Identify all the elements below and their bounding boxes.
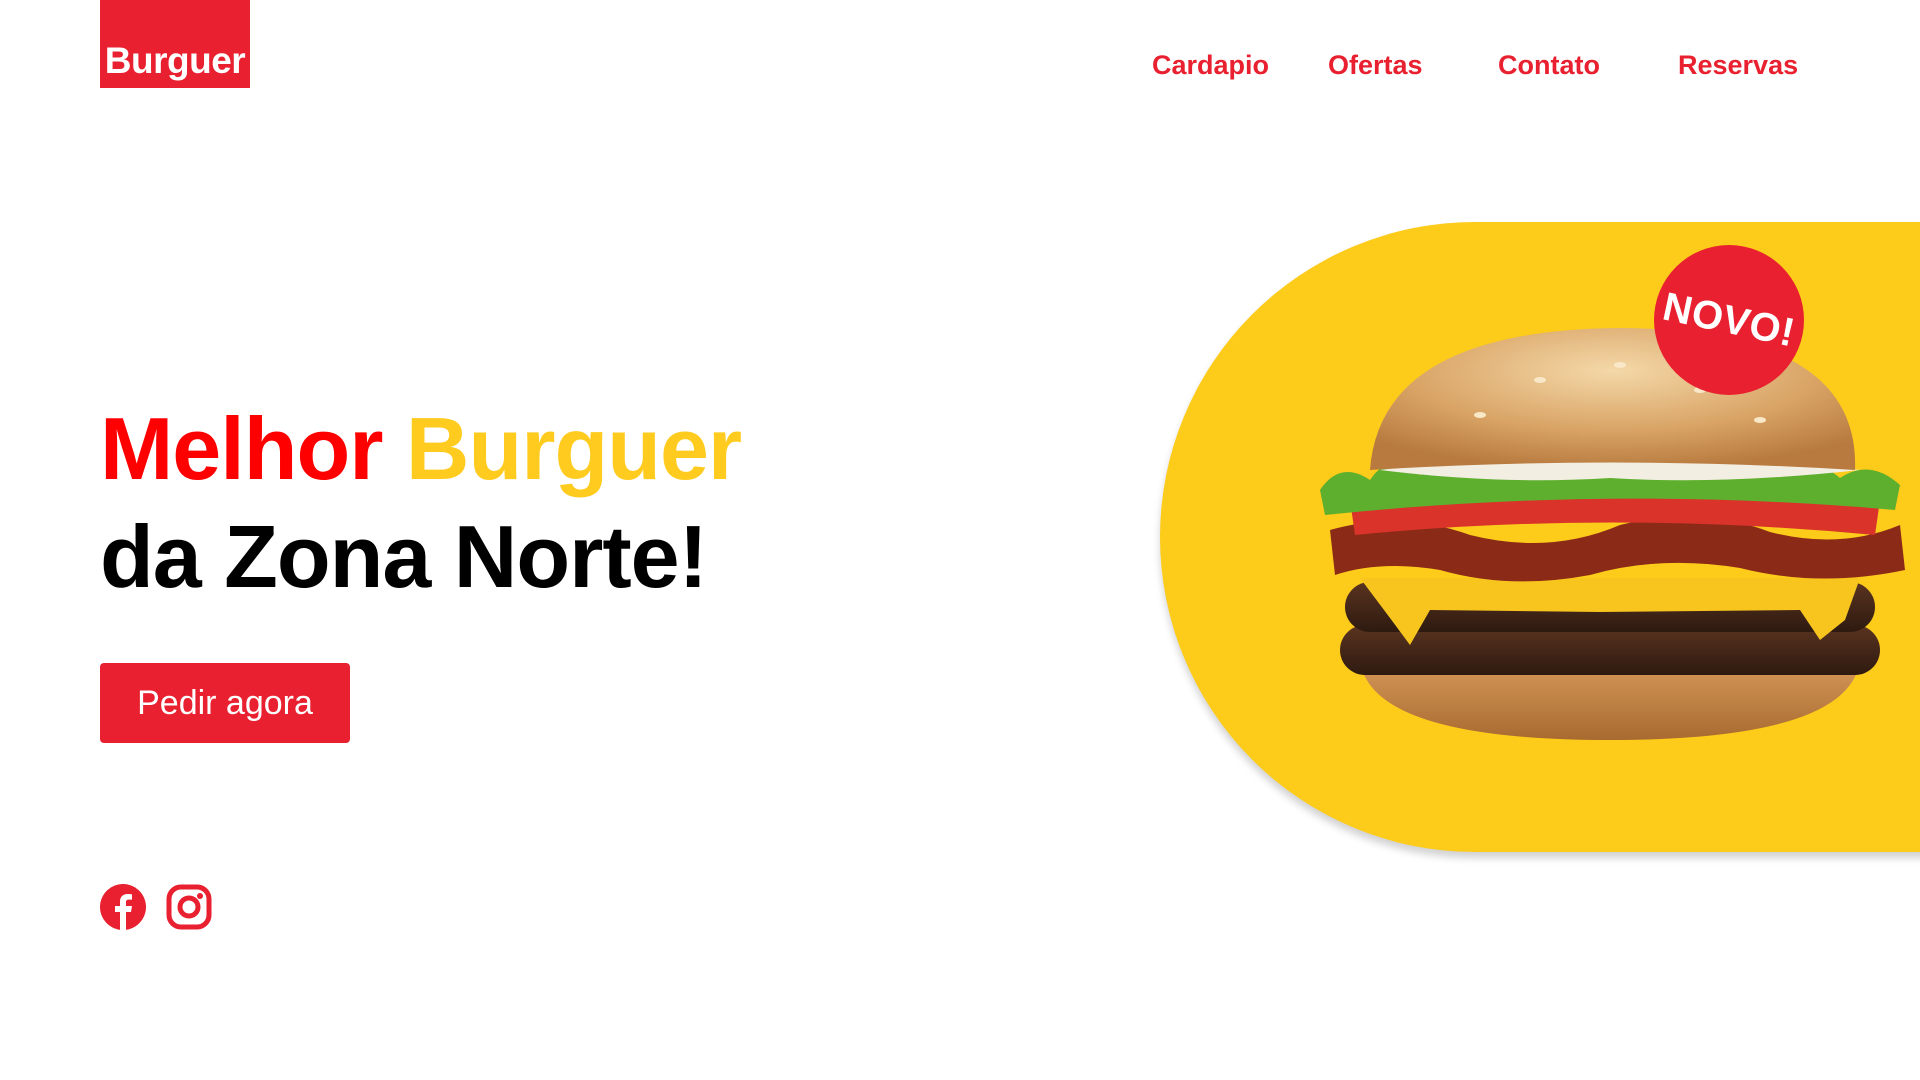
headline-word-melhor: Melhor	[100, 399, 383, 498]
facebook-icon[interactable]	[100, 884, 146, 930]
main-nav: Cardapio Ofertas Contato Reservas	[0, 50, 1920, 90]
new-badge: NOVO!	[1654, 245, 1804, 395]
hero-headline: Melhor Burguer da Zona Norte!	[100, 395, 742, 611]
landing-page: Burguer Cardapio Ofertas Contato Reserva…	[0, 0, 1920, 1080]
burger-image	[1320, 328, 1905, 740]
order-now-label: Pedir agora	[137, 683, 313, 722]
nav-item-contato[interactable]: Contato	[1498, 50, 1600, 81]
headline-line-2: da Zona Norte!	[100, 507, 708, 606]
new-badge-text: NOVO!	[1659, 284, 1800, 355]
headline-word-burguer: Burguer	[405, 399, 742, 498]
nav-item-reservas[interactable]: Reservas	[1678, 50, 1798, 81]
nav-item-cardapio[interactable]: Cardapio	[1152, 50, 1269, 81]
order-now-button[interactable]: Pedir agora	[100, 663, 350, 743]
instagram-icon[interactable]	[166, 884, 212, 930]
social-links	[100, 884, 212, 930]
nav-item-ofertas[interactable]: Ofertas	[1328, 50, 1423, 81]
